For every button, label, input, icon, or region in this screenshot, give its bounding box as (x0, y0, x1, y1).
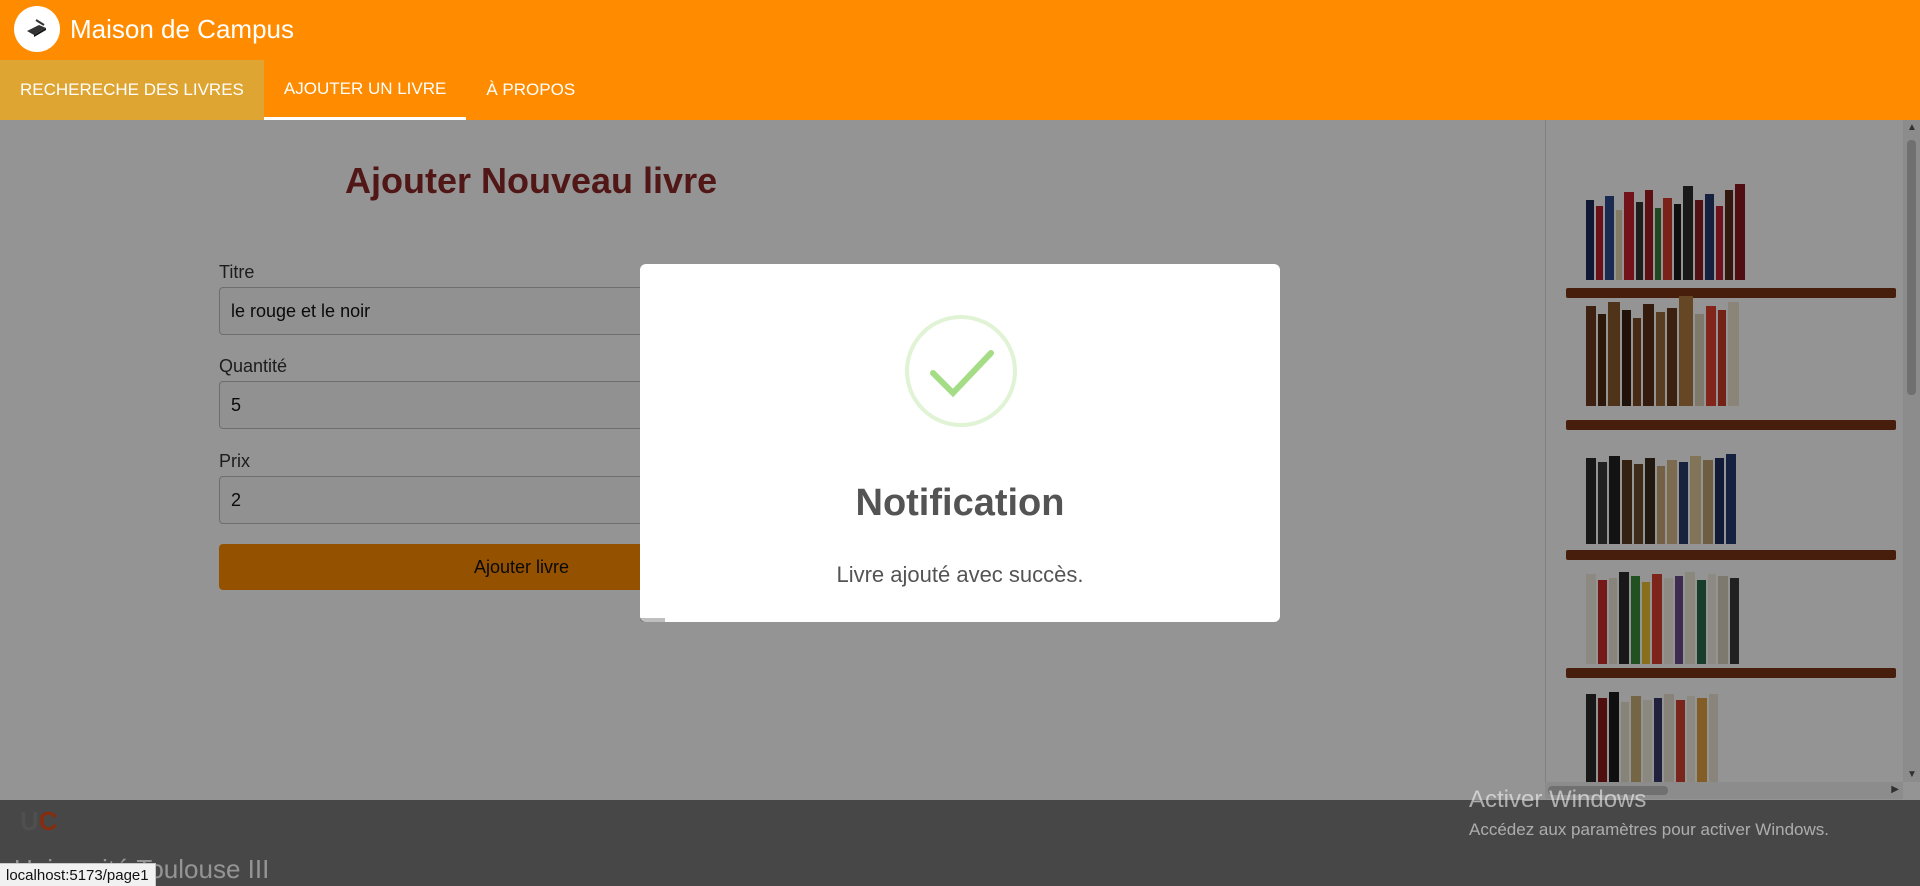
tab-label: À PROPOS (486, 80, 576, 99)
notification-dialog: Notification Livre ajouté avec succès. (640, 264, 1280, 622)
tab-about[interactable]: À PROPOS (466, 60, 595, 120)
watermark-subtitle: Accédez aux paramètres pour activer Wind… (1469, 820, 1829, 839)
dialog-message: Livre ajouté avec succès. (836, 562, 1084, 587)
success-check-icon (905, 315, 1017, 427)
app-bar: Maison de Campus RECHERECHE DES LIVRES A… (0, 0, 1920, 120)
dialog-timer-bar (640, 618, 665, 622)
watermark-title: Activer Windows (1469, 786, 1647, 813)
tab-add-book[interactable]: AJOUTER UN LIVRE (263, 60, 467, 120)
browser-status-url: localhost:5173/page1 (0, 863, 156, 886)
tab-label: AJOUTER UN LIVRE (283, 78, 447, 98)
dialog-title: Notification (855, 482, 1065, 524)
brand[interactable]: Maison de Campus (14, 6, 294, 52)
main-nav: RECHERECHE DES LIVRES AJOUTER UN LIVRE À… (0, 60, 595, 120)
app-title: Maison de Campus (70, 13, 294, 44)
app-logo-icon[interactable] (14, 6, 60, 52)
tab-search-books[interactable]: RECHERECHE DES LIVRES (0, 60, 264, 120)
windows-activation-watermark: Activer Windows Accédez aux paramètres p… (1469, 786, 1829, 840)
tab-label: RECHERECHE DES LIVRES (20, 80, 244, 99)
